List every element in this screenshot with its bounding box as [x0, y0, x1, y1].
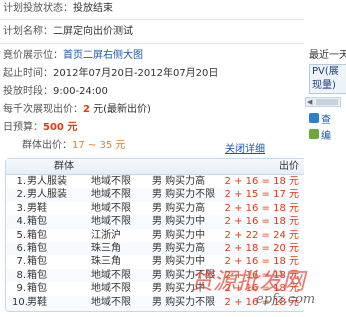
row-group: 箱包: [27, 216, 47, 228]
row-group: 男人服装: [27, 176, 67, 187]
table-row: 4. 箱包 地域不限 男 购买力中 2 + 16 = 18 元: [6, 215, 305, 230]
sidebar-panel: 最近一天 PV(展现量): [304, 0, 346, 317]
row-group: 男人服装: [27, 189, 67, 201]
table-row: 1. 男人服装 地域不限 男 购买力高 2 + 16 = 18 元: [6, 175, 305, 189]
edit-link[interactable]: 编: [321, 127, 331, 142]
horizontal-scrollbar[interactable]: ◀: [305, 97, 341, 107]
row-number: 4.: [16, 216, 26, 228]
table-row: 2. 男人服装 地域不限 男 购买力不限 2 + 15 = 17 元: [6, 188, 305, 203]
row-region: 地域不限: [91, 189, 131, 201]
row-group: 男鞋: [27, 202, 47, 214]
row-number: 10.: [12, 296, 28, 308]
name-label: 计划名称：: [3, 26, 53, 37]
row-action: 男 购买力不限: [152, 189, 216, 201]
row-region: 地域不限: [91, 283, 131, 295]
table-row: 5. 箱包 江浙沪 男 购买力中 2 + 22 = 24 元: [6, 228, 305, 243]
row-region: 江浙沪: [91, 229, 121, 241]
row-price: 2 + 18 = 20 元: [224, 243, 299, 254]
row-price: 2 + 16 = 18 元: [224, 202, 299, 214]
bid-value: 2: [83, 104, 90, 115]
row-number: 3.: [16, 202, 26, 214]
period-row: 起止时间：2012年07月20日-2012年07月20日: [3, 65, 218, 83]
row-number: 5.: [16, 229, 26, 241]
name-row: 计划名称：二屏定向出价测试: [3, 23, 133, 41]
period-label: 起止时间：: [3, 68, 53, 79]
row-group: 箱包: [27, 269, 47, 281]
row-number: 6.: [16, 243, 26, 254]
row-price: 2 + 22 = 24 元: [224, 229, 299, 241]
position-row: 竟价展示位：首页二屏右侧大图: [3, 47, 143, 65]
status-label: 计划投放状态：: [3, 3, 73, 14]
row-action: 男 购买力高: [152, 202, 206, 214]
row-group: 男鞋: [27, 296, 47, 308]
divider: [0, 19, 304, 20]
group-bid-row: 群体出价：17 ~ 35 元: [22, 137, 125, 155]
col-price-header: 出价: [279, 161, 299, 172]
group-bid-value: 17 ~ 35 元: [72, 140, 126, 151]
row-group: 箱包: [27, 256, 47, 268]
row-region: 珠三角: [91, 243, 121, 254]
row-region: 地域不限: [91, 202, 131, 214]
view-icon[interactable]: [309, 113, 319, 123]
table-header: 群体 出价: [6, 159, 305, 175]
view-link[interactable]: 查: [321, 111, 331, 126]
table-row: 3. 男鞋 地域不限 男 购买力高 2 + 16 = 18 元: [6, 201, 305, 216]
budget-row: 日预算：500 元: [3, 119, 77, 137]
row-region: 地域不限: [91, 176, 131, 187]
col-group-header: 群体: [54, 161, 74, 172]
row-number: 2.: [16, 189, 26, 201]
watermark-logo: 货源批发网: [190, 269, 305, 295]
table-row: 6. 箱包 珠三角 男 购买力高 2 + 18 = 20 元: [6, 242, 305, 256]
row-region: 地域不限: [91, 216, 131, 228]
scroll-left-icon[interactable]: ◀: [307, 98, 312, 107]
edit-icon[interactable]: [309, 129, 319, 139]
row-action: 男 购买力中: [152, 216, 206, 228]
row-action: 男 购买力高: [152, 176, 206, 187]
divider: [0, 43, 304, 44]
row-region: 地域不限: [91, 269, 131, 281]
row-price: 2 + 16 = 18 元: [224, 176, 299, 187]
status-row: 计划投放状态：投放结束: [3, 0, 113, 18]
bid-unit: 元(最新出价): [93, 104, 151, 115]
row-action: 男 购买力高: [152, 243, 206, 254]
budget-label: 日预算：: [3, 122, 43, 133]
status-value: 投放结束: [73, 3, 113, 14]
plan-name: 二屏定向出价测试: [53, 26, 133, 37]
row-number: 1.: [16, 176, 26, 187]
position-link[interactable]: 首页二屏右侧大图: [63, 50, 143, 61]
scroll-thumb[interactable]: [316, 99, 338, 105]
row-action: 男 购买力不限: [152, 296, 216, 308]
sidebar-title: 最近一天: [309, 50, 346, 61]
group-bid-label: 群体出价：: [22, 140, 72, 151]
row-region: 珠三角: [91, 256, 121, 268]
bid-row: 每千次展现出价：2 元(最新出价): [3, 101, 151, 119]
slot-value: 9:00-24:00: [53, 86, 108, 97]
bid-label: 每千次展现出价：: [3, 104, 83, 115]
period-value: 2012年07月20日-2012年07月20日: [53, 68, 219, 79]
slot-label: 投放时段：: [3, 86, 53, 97]
watermark-domain: epfz.com: [256, 292, 316, 307]
row-price: 2 + 15 = 17 元: [224, 189, 299, 201]
position-label: 竟价展示位：: [3, 50, 63, 61]
pv-select[interactable]: PV(展现量): [309, 64, 346, 94]
row-region: 地域不限: [91, 296, 131, 308]
row-group: 箱包: [27, 243, 47, 254]
row-action: 男 购买力中: [152, 229, 206, 241]
close-detail-link[interactable]: 关闭详细: [225, 140, 265, 155]
row-group: 箱包: [27, 229, 47, 241]
budget-value: 500 元: [43, 122, 78, 133]
row-number: 7.: [16, 256, 26, 268]
row-number: 9.: [16, 283, 26, 295]
row-price: 2 + 16 = 18 元: [224, 216, 299, 228]
row-number: 8.: [16, 269, 26, 281]
row-group: 箱包: [27, 283, 47, 295]
slot-row: 投放时段：9:00-24:00: [3, 83, 108, 101]
